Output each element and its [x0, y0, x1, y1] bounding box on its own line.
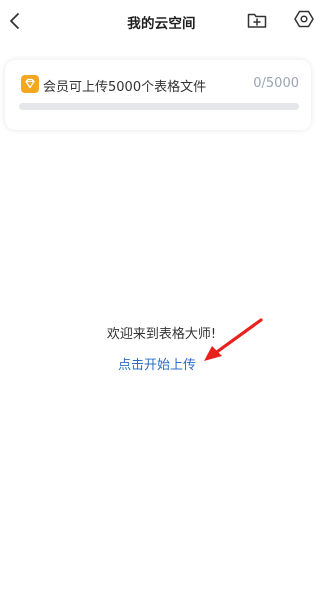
cloud-space-page: 我的云空间 会员可上传5000个表格文件 0/5000 欢迎来到表格大师! 点击… [0, 0, 323, 593]
add-folder-button[interactable] [246, 9, 268, 31]
hexagon-settings-icon [294, 10, 314, 28]
start-upload-link[interactable]: 点击开始上传 [118, 354, 196, 373]
quota-progress-bar [19, 103, 299, 110]
settings-button[interactable] [293, 8, 315, 30]
diamond-icon [21, 75, 39, 93]
page-title: 我的云空间 [127, 16, 196, 32]
folder-plus-icon [247, 13, 267, 28]
upload-quota-card: 会员可上传5000个表格文件 0/5000 [5, 60, 311, 130]
welcome-message: 欢迎来到表格大师! [106, 327, 217, 342]
quota-count: 0/5000 [253, 76, 299, 91]
header-bar: 我的云空间 [0, 0, 323, 44]
red-arrow-annotation [204, 318, 263, 361]
quota-label: 会员可上传5000个表格文件 [43, 80, 207, 95]
